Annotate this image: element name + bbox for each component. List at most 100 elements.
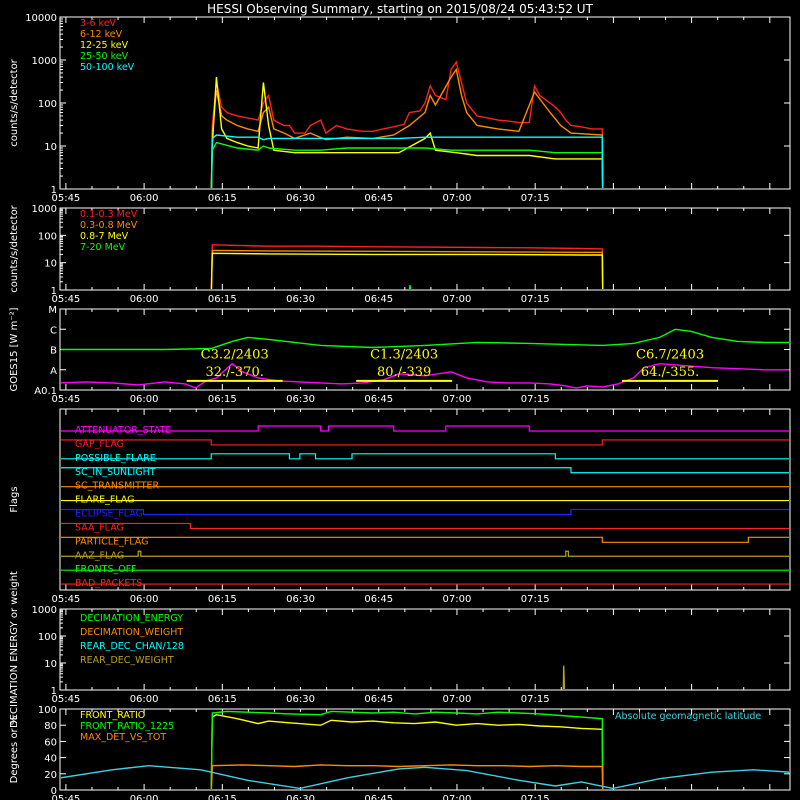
flag-line-aaz-flag [61, 550, 789, 557]
y-tick-label: 10 [44, 659, 57, 670]
x-tick-label: 06:15 [208, 394, 237, 405]
series-line-6-12-kev [210, 67, 604, 188]
series-line-goes-long [61, 328, 789, 351]
x-tick-label: 06:15 [208, 193, 237, 204]
x-tick-label: 06:30 [286, 294, 315, 305]
flag-label: SC_IN_SUNLIGHT [75, 467, 156, 478]
x-tick-label: 06:45 [364, 193, 393, 204]
y-tick-label: 1000 [32, 56, 57, 67]
x-tick-label: 06:00 [130, 193, 159, 204]
legend-entry: 0.3-0.8 MeV [80, 220, 138, 231]
legend-entry: FRONT_RATIO_1225 [80, 721, 174, 732]
flare-annotation: C1.3/2403 [370, 348, 438, 363]
x-tick-label: 06:15 [208, 594, 237, 605]
panel-low_energy: 05:45 06:00 06:15 06:30 06:45 07:00 07:1511010… [9, 13, 791, 204]
x-tick-label: 05:45 [51, 594, 80, 605]
flag-line-particle-flag [61, 536, 789, 543]
x-tick-label: 06:00 [130, 594, 159, 605]
x-tick-label: 07:00 [443, 694, 472, 705]
panel-ratios: 05:45 06:00 06:15 06:30 06:45 07:00 07:1502040… [9, 705, 791, 800]
flare-annotation: C3.2/2403 [201, 348, 269, 363]
x-tick-label: 06:00 [130, 794, 159, 800]
panel-decimation: 05:45 06:00 06:15 06:30 06:45 07:00 07:15 1 10 10… [9, 571, 791, 728]
y-axis-label: counts/s/detector [9, 58, 20, 146]
series-line-7-20-mev [408, 285, 412, 289]
flag-label: SAA_FLAG [75, 522, 124, 533]
y-tick-label: 40 [44, 754, 57, 765]
legend-entry: 0.8-7 MeV [80, 231, 129, 242]
legend-entry: 7-20 MeV [80, 242, 126, 253]
y-tick-label: 1 [51, 686, 57, 697]
legend-entry: 50-100 keV [80, 62, 135, 73]
y-tick-label: 100 [38, 705, 57, 716]
x-tick-label: 06:45 [364, 294, 393, 305]
flag-label: POSSIBLE_FLARE [75, 453, 156, 464]
x-tick-label: 07:00 [443, 193, 472, 204]
x-tick-label: 06:30 [286, 694, 315, 705]
x-tick-label: 06:30 [286, 794, 315, 800]
x-tick-label: 06:45 [364, 794, 393, 800]
plot-area [61, 425, 789, 585]
legend-entry: REAR_DEC_WEIGHT [80, 655, 174, 666]
flag-label: ECLIPSE_FLAG [75, 509, 143, 520]
y-axis-label: GOES15 [W m⁻²] [9, 307, 20, 391]
plot-area [562, 665, 566, 689]
flag-label: GAP_FLAG [75, 439, 124, 450]
panel-frame [59, 408, 791, 591]
y-tick-label: 1000 [32, 204, 57, 215]
flare-annotation: C6.7/2403 [636, 348, 704, 363]
x-tick-label: 07:15 [521, 294, 550, 305]
hessi-summary-figure: HESSI Observing Summary, starting on 201… [9, 2, 791, 800]
flag-line-possible-flare [61, 453, 789, 460]
x-tick-label: 06:15 [208, 794, 237, 800]
legend-entry: FRONT_RATIO [80, 710, 145, 721]
flag-line-sc-in-sunlight [61, 467, 789, 474]
legend-entry: Absolute geomagnetic latitude [615, 711, 761, 722]
x-tick-label: 06:45 [364, 694, 393, 705]
panels: 05:45 06:00 06:15 06:30 06:45 07:00 07:1511010… [9, 13, 791, 800]
x-tick-label: 07:00 [443, 294, 472, 305]
y-tick-label: 100 [38, 99, 57, 110]
y-tick-label: 0 [51, 786, 57, 797]
x-tick-label: 07:00 [443, 594, 472, 605]
flag-line-eclipse-flag [61, 508, 789, 516]
x-tick-label: 06:15 [208, 294, 237, 305]
flag-line-gap-flag [61, 439, 789, 446]
flag-label: FRONTS_OFF [75, 564, 137, 575]
x-tick-label: 06:00 [130, 694, 159, 705]
panel-goes: 05:45 06:00 06:15 06:30 06:45 07:00 07:15A0.1A… [9, 305, 791, 405]
flag-label: BAD_PACKETS [75, 578, 142, 589]
y-axis-label: DECIMATION ENERGY or weight [9, 571, 20, 728]
y-tick-label: 10 [44, 142, 57, 153]
x-tick-label: 07:15 [521, 794, 550, 800]
x-tick-label: 06:30 [286, 193, 315, 204]
y-tick-label: C [50, 325, 57, 336]
x-tick-label: 07:15 [521, 394, 550, 405]
y-tick-label: 1 [51, 286, 57, 297]
series-line-3-6-kev [210, 60, 604, 188]
legend-entry: 25-50 keV [80, 51, 129, 62]
panel-flags: 05:45 06:00 06:15 06:30 06:45 07:00 07:15 Flags… [9, 408, 791, 605]
series-line-50-100-kev [210, 134, 604, 188]
panel-high_energy: 05:45 06:00 06:15 06:30 06:45 07:00 07:1511010… [9, 204, 791, 305]
x-tick-label: 06:45 [364, 394, 393, 405]
y-axis-label: Flags [9, 486, 20, 512]
flag-label: SC_TRANSMITTER [75, 481, 160, 492]
x-tick-label: 07:15 [521, 694, 550, 705]
flare-annotation: 80./-339 [377, 365, 431, 380]
series-line-0-8-7-mev [210, 252, 604, 289]
figure-title: HESSI Observing Summary, starting on 201… [207, 2, 593, 16]
legend-entry: MAX_DET_VS_TOT [80, 732, 166, 743]
legend-entry: 6-12 keV [80, 29, 123, 40]
y-tick-label: 1 [51, 185, 57, 196]
flag-label: PARTICLE_FLAG [75, 536, 148, 547]
x-tick-label: 06:45 [364, 594, 393, 605]
flag-label: FLARE_FLAG [75, 495, 135, 506]
x-tick-label: 07:00 [443, 794, 472, 800]
y-axis-label: counts/s/detector [9, 204, 20, 292]
y-axis-label: Degrees or % [9, 716, 20, 784]
y-tick-label: M [48, 305, 57, 316]
y-tick-label: B [50, 346, 57, 357]
legend-entry: 3-6 keV [80, 18, 117, 29]
x-tick-label: 07:00 [443, 394, 472, 405]
